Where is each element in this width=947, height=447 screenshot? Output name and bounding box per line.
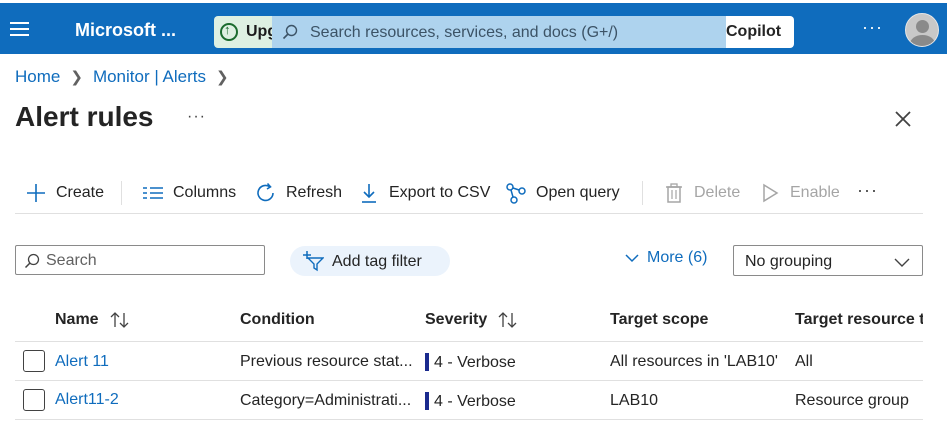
chevron-down-icon	[625, 254, 639, 263]
breadcrumb-home[interactable]: Home	[15, 67, 60, 87]
enable-label: Enable	[790, 184, 840, 201]
refresh-icon	[257, 182, 274, 202]
search-placeholder: Search	[46, 252, 97, 269]
column-severity-label: Severity	[425, 311, 488, 328]
refresh-button[interactable]: Refresh	[255, 176, 342, 210]
chevron-down-icon	[894, 258, 910, 267]
search-icon	[24, 253, 40, 269]
more-filters-label: More (6)	[647, 249, 708, 266]
table-row[interactable]: Alert 11 Previous resource stat... 4 - V…	[15, 342, 923, 381]
toolbar-more-icon[interactable]: ···	[857, 180, 878, 201]
toolbar-divider	[642, 181, 643, 205]
table-row[interactable]: Alert11-2 Category=Administrati... 4 - V…	[15, 381, 923, 420]
columns-icon	[143, 187, 163, 199]
severity-cell: 4 - Verbose	[425, 392, 516, 412]
page-more-icon[interactable]: ···	[187, 108, 206, 126]
copilot-button[interactable]: Copilot	[726, 16, 794, 48]
add-tag-filter-button[interactable]: Add tag filter	[290, 246, 450, 276]
upgrade-button[interactable]: Upg	[214, 16, 274, 48]
command-bar: Create Columns Refresh Export to CSV Ope…	[15, 176, 923, 214]
export-csv-label: Export to CSV	[389, 184, 491, 201]
plus-icon	[27, 184, 45, 202]
add-tag-filter-label: Add tag filter	[332, 253, 422, 270]
refresh-label: Refresh	[286, 184, 343, 201]
create-label: Create	[56, 184, 105, 201]
search-input[interactable]: Search	[15, 245, 265, 275]
alert-name-link[interactable]: Alert11-2	[55, 391, 119, 409]
download-icon	[362, 184, 376, 203]
page-title: Alert rules	[15, 101, 154, 132]
column-condition-label: Condition	[240, 311, 315, 328]
severity-indicator	[425, 392, 429, 410]
severity-label: 4 - Verbose	[434, 393, 516, 411]
open-query-button[interactable]: Open query	[505, 176, 620, 210]
create-button[interactable]: Create	[25, 176, 104, 210]
alert-name-link[interactable]: Alert 11	[55, 353, 109, 371]
toolbar-divider	[121, 181, 122, 205]
global-search-input[interactable]: Search resources, services, and docs (G+…	[272, 16, 728, 48]
sort-icon[interactable]	[497, 311, 519, 329]
delete-button[interactable]: Delete	[663, 176, 740, 210]
grouping-value: No grouping	[745, 253, 833, 270]
column-header-condition[interactable]: Condition	[240, 311, 315, 329]
columns-label: Columns	[173, 184, 237, 201]
sort-icon[interactable]	[109, 311, 131, 329]
grouping-dropdown[interactable]: No grouping	[733, 245, 923, 276]
row-checkbox[interactable]	[23, 389, 45, 411]
search-icon	[282, 24, 298, 40]
condition-cell: Previous resource stat...	[240, 353, 413, 370]
close-icon[interactable]	[893, 109, 913, 129]
more-filters-button[interactable]: More (6)	[624, 249, 707, 267]
column-header-target-scope[interactable]: Target scope	[610, 311, 708, 329]
target-resource-type-cell: Resource group	[795, 392, 909, 409]
condition-cell: Category=Administrati...	[240, 392, 412, 409]
row-checkbox[interactable]	[23, 350, 45, 372]
column-header-severity[interactable]: Severity	[425, 311, 519, 329]
portal-more-icon[interactable]: ···	[862, 17, 883, 38]
column-header-target-resource-type[interactable]: Target resource ty	[795, 311, 923, 329]
target-resource-type-cell: All	[795, 353, 813, 370]
enable-button[interactable]: Enable	[759, 176, 840, 210]
play-icon	[763, 183, 779, 203]
column-header-name[interactable]: Name	[55, 311, 131, 329]
column-name-label: Name	[55, 311, 99, 328]
severity-indicator	[425, 353, 429, 371]
chevron-right-icon: ❯	[70, 69, 83, 86]
add-filter-icon	[303, 251, 324, 272]
columns-button[interactable]: Columns	[142, 176, 236, 210]
open-query-label: Open query	[536, 184, 620, 201]
delete-label: Delete	[694, 184, 741, 201]
upgrade-label: Upg	[246, 23, 274, 40]
chevron-right-icon: ❯	[216, 69, 229, 86]
portal-brand[interactable]: Microsoft ...	[75, 20, 176, 41]
query-nodes-icon	[506, 183, 526, 204]
export-csv-button[interactable]: Export to CSV	[358, 176, 490, 210]
severity-label: 4 - Verbose	[434, 354, 516, 372]
severity-cell: 4 - Verbose	[425, 353, 516, 373]
avatar[interactable]	[905, 13, 939, 47]
table-header: Name Condition Severity Target scope Tar…	[15, 300, 923, 342]
breadcrumb: Home ❯ Monitor | Alerts ❯	[15, 67, 239, 87]
target-scope-cell: All resources in 'LAB10'	[610, 353, 778, 370]
column-target-resource-type-label: Target resource ty	[795, 311, 923, 328]
global-search-placeholder: Search resources, services, and docs (G+…	[310, 24, 619, 41]
copilot-label: Copilot	[726, 23, 782, 40]
column-target-scope-label: Target scope	[610, 311, 709, 328]
menu-icon[interactable]	[10, 22, 30, 36]
portal-header: Microsoft ... Upg Search resources, serv…	[0, 0, 947, 54]
target-scope-cell: LAB10	[610, 392, 659, 409]
breadcrumb-monitor-alerts[interactable]: Monitor | Alerts	[93, 67, 206, 87]
alert-rules-table: Name Condition Severity Target scope Tar…	[15, 300, 947, 420]
trash-icon	[666, 183, 682, 203]
upgrade-arrow-icon	[220, 22, 238, 41]
